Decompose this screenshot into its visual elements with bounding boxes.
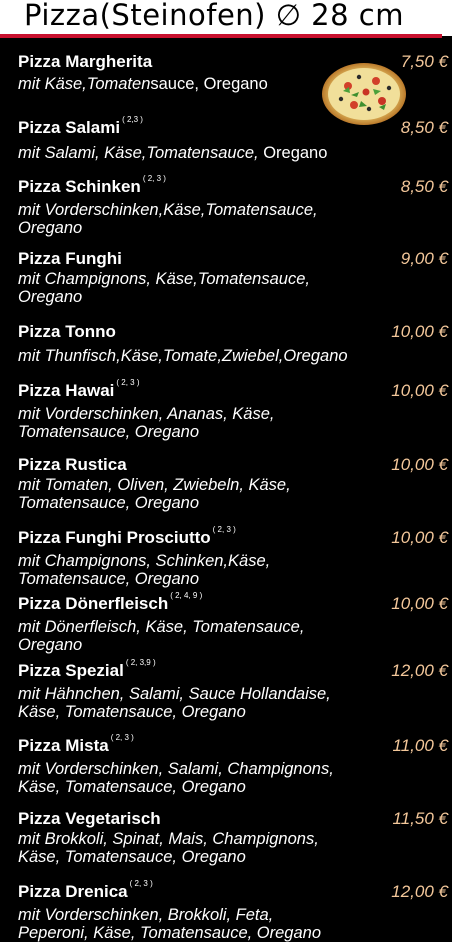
menu-item-mista: Pizza Mista( 2, 3 ) 11,00 € mit Vordersc… bbox=[18, 733, 448, 796]
menu-item-hawai: Pizza Hawai( 2, 3 ) 10,00 € mit Vordersc… bbox=[18, 378, 448, 441]
item-name: Pizza Tonno bbox=[18, 322, 116, 341]
item-description: mit Tomaten, Oliven, Zwiebeln, Käse, Toma… bbox=[18, 476, 291, 512]
menu-item-vegetarisch: Pizza Vegetarisch 11,50 € mit Brokkoli, … bbox=[18, 809, 448, 866]
item-price: 11,00 € bbox=[392, 736, 448, 755]
item-name: Pizza Mista( 2, 3 ) bbox=[18, 733, 134, 755]
allergen-note: ( 2, 3 ) bbox=[129, 879, 153, 888]
item-price: 10,00 € bbox=[391, 381, 448, 400]
allergen-note: ( 2, 3,9 ) bbox=[125, 658, 156, 667]
item-name: Pizza Drenica( 2, 3 ) bbox=[18, 879, 153, 901]
item-name: Pizza Rustica bbox=[18, 455, 127, 474]
menu-item-schinken: Pizza Schinken( 2, 3 ) 8,50 € mit Vorder… bbox=[18, 174, 448, 237]
item-description: mit Vorderschinken, Salami, Champignons,… bbox=[18, 760, 334, 796]
item-description: mit Vorderschinken, Brokkoli, Feta, Peper… bbox=[18, 906, 322, 942]
allergen-note: ( 2, 3 ) bbox=[110, 733, 134, 742]
item-price: 11,50 € bbox=[392, 809, 448, 828]
menu-item-drenica: Pizza Drenica( 2, 3 ) 12,00 € mit Vorder… bbox=[18, 879, 448, 942]
item-description: mit Salami, Käse,Tomatensauce, Oregano bbox=[18, 144, 328, 162]
item-price: 10,00 € bbox=[391, 322, 448, 341]
item-price: 9,00 € bbox=[400, 249, 448, 268]
item-name: Pizza Vegetarisch bbox=[18, 809, 161, 828]
item-description: mit Vorderschinken,Käse,Tomatensauce, Ore… bbox=[18, 201, 318, 237]
allergen-note: ( 2, 3 ) bbox=[142, 174, 166, 183]
menu-item-rustica: Pizza Rustica 10,00 € mit Tomaten, Olive… bbox=[18, 455, 448, 512]
item-description: mit Champignons, Schinken,Käse, Tomatensa… bbox=[18, 552, 271, 588]
item-price: 8,50 € bbox=[400, 177, 448, 196]
allergen-note: ( 2, 3 ) bbox=[212, 525, 236, 534]
allergen-note: ( 2, 3 ) bbox=[116, 378, 140, 387]
menu-item-doenerfleisch: Pizza Dönerfleisch( 2, 4, 9 ) 10,00 € mi… bbox=[18, 591, 448, 654]
item-price: 10,00 € bbox=[391, 455, 448, 474]
item-price: 7,50 € bbox=[400, 52, 448, 71]
item-name: Pizza Hawai( 2, 3 ) bbox=[18, 378, 140, 400]
allergen-note: ( 2,3 ) bbox=[122, 115, 143, 124]
item-price: 10,00 € bbox=[391, 528, 448, 547]
item-price: 12,00 € bbox=[391, 882, 448, 901]
item-price: 12,00 € bbox=[391, 661, 448, 680]
menu-item-spezial: Pizza Spezial( 2, 3,9 ) 12,00 € mit Hähn… bbox=[18, 658, 448, 721]
menu-title: Pizza(Steinofen) ∅ 28 cm bbox=[24, 0, 404, 32]
item-name: Pizza Dönerfleisch( 2, 4, 9 ) bbox=[18, 591, 203, 613]
item-name: Pizza Schinken( 2, 3 ) bbox=[18, 174, 166, 196]
item-name: Pizza Spezial( 2, 3,9 ) bbox=[18, 658, 156, 680]
header-divider bbox=[0, 34, 442, 38]
item-description: mit Hähnchen, Salami, Sauce Hollandaise,… bbox=[18, 685, 331, 721]
menu-item-funghi-prosciutto: Pizza Funghi Prosciutto( 2, 3 ) 10,00 € … bbox=[18, 525, 448, 588]
item-description: mit Brokkoli, Spinat, Mais, Champignons,… bbox=[18, 830, 319, 866]
item-description: mit Vorderschinken, Ananas, Käse, Tomaten… bbox=[18, 405, 275, 441]
menu-header: Pizza(Steinofen) ∅ 28 cm bbox=[0, 0, 452, 38]
pizza-photo bbox=[322, 63, 406, 125]
item-description: mit Thunfisch,Käse,Tomate,Zwiebel,Oregan… bbox=[18, 347, 348, 365]
item-description: mit Dönerfleisch, Käse, Tomatensauce, Ore… bbox=[18, 618, 305, 654]
item-name: Pizza Funghi Prosciutto( 2, 3 ) bbox=[18, 525, 236, 547]
item-price: 8,50 € bbox=[400, 118, 448, 137]
item-description: mit Champignons, Käse,Tomatensauce, Orega… bbox=[18, 270, 310, 306]
allergen-note: ( 2, 4, 9 ) bbox=[170, 591, 203, 600]
item-price: 10,00 € bbox=[391, 594, 448, 613]
item-name: Pizza Funghi bbox=[18, 249, 122, 268]
menu-item-tonno: Pizza Tonno 10,00 € mit Thunfisch,Käse,T… bbox=[18, 322, 448, 365]
menu-item-funghi: Pizza Funghi 9,00 € mit Champignons, Käs… bbox=[18, 249, 448, 306]
